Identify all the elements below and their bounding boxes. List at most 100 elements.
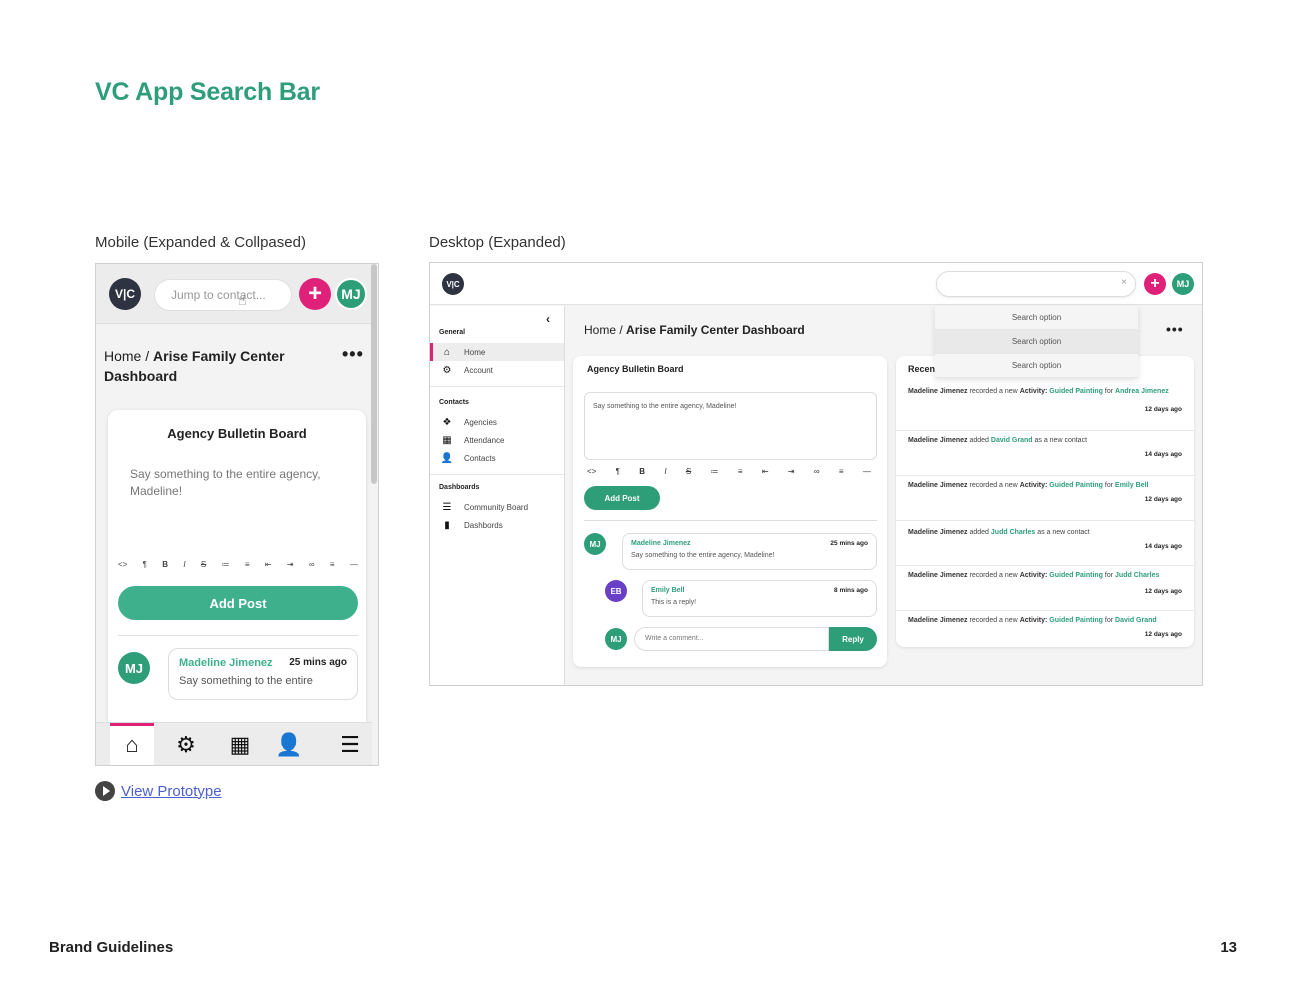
gears-icon[interactable]: ⚙: [164, 723, 208, 765]
sidebar-group-contacts: Contacts: [439, 399, 469, 406]
search-option[interactable]: Search option: [935, 354, 1138, 378]
mobile-tabbar: ⌂ ⚙ ▦ 👤 ☰: [96, 722, 372, 765]
bullet-list-icon[interactable]: ≔: [711, 467, 719, 476]
numbered-list-icon[interactable]: ≡: [738, 467, 743, 476]
user-avatar[interactable]: MJ: [335, 278, 367, 310]
user-avatar[interactable]: MJ: [1172, 273, 1194, 295]
add-button[interactable]: +: [1144, 273, 1166, 295]
clear-icon[interactable]: ×: [1121, 277, 1127, 288]
outdent-icon[interactable]: ⇤: [265, 560, 272, 569]
collapse-sidebar-icon[interactable]: ‹: [546, 312, 550, 326]
horizontal-rule-icon[interactable]: —: [863, 467, 871, 476]
sidebar-item-attendance[interactable]: ▦ Attendance: [430, 431, 564, 449]
footer-brand-guidelines: Brand Guidelines: [49, 939, 174, 956]
reply-author-avatar[interactable]: EB: [605, 580, 627, 602]
activity-timestamp: 14 days ago: [1144, 451, 1182, 458]
comment-input[interactable]: Write a comment...: [634, 627, 829, 651]
code-icon[interactable]: <>: [118, 560, 127, 569]
add-post-button[interactable]: Add Post: [584, 486, 660, 510]
post-author-name[interactable]: Madeline Jimenez: [631, 540, 691, 547]
post-textarea[interactable]: Say something to the entire agency, Made…: [130, 466, 330, 500]
code-icon[interactable]: <>: [587, 467, 596, 476]
person-icon: 👤: [440, 452, 454, 464]
editor-toolbar: <> ¶ B I S ≔ ≡ ⇤ ⇥ ∞ ≡ —: [587, 467, 871, 476]
sidebar-item-dashboards[interactable]: ▮ Dashbords: [430, 516, 564, 534]
activity-text: Madeline Jimenez recorded a new Activity…: [908, 572, 1160, 579]
sidebar-item-label: Community Board: [464, 502, 529, 512]
search-option[interactable]: Search option: [935, 306, 1138, 330]
view-prototype-link[interactable]: View Prototype: [121, 783, 222, 800]
italic-icon[interactable]: I: [664, 467, 666, 476]
paragraph-icon[interactable]: ¶: [616, 467, 620, 476]
agencies-icon: ❖: [442, 416, 452, 428]
search-input[interactable]: Jump to contact...: [154, 279, 292, 311]
breadcrumb-current: Arise Family Center Dashboard: [626, 323, 805, 337]
comment-avatar[interactable]: MJ: [605, 628, 627, 650]
link-icon[interactable]: ∞: [814, 467, 820, 476]
vc-logo[interactable]: V|C: [109, 278, 141, 310]
activity-text: Madeline Jimenez added Judd Charles as a…: [908, 529, 1090, 536]
search-option[interactable]: Search option: [935, 330, 1138, 354]
activity-item: Madeline Jimenez recorded a new Activity…: [896, 611, 1194, 647]
mobile-section-label: Mobile (Expanded & Collpased): [95, 234, 306, 251]
italic-icon[interactable]: I: [183, 560, 185, 569]
search-input[interactable]: ×: [936, 271, 1136, 297]
reply-text: This is a reply!: [651, 599, 697, 606]
sidebar: ‹ General ⌂ Home ⚙ Account Contacts ❖ Ag…: [430, 306, 565, 685]
indent-icon[interactable]: ⇥: [287, 560, 294, 569]
desktop-mockup: V|C × + MJ Search option Search option S…: [429, 262, 1203, 686]
sidebar-group-dashboards: Dashboards: [439, 484, 480, 491]
post-author-name[interactable]: Madeline Jimenez: [179, 657, 273, 669]
post-author-avatar[interactable]: MJ: [584, 533, 606, 555]
view-prototype-link-row: View Prototype: [95, 781, 222, 801]
activity-text: Madeline Jimenez recorded a new Activity…: [908, 388, 1169, 395]
activity-timestamp: 12 days ago: [1144, 588, 1182, 595]
more-options-icon[interactable]: •••: [342, 344, 364, 365]
reply-button[interactable]: Reply: [829, 627, 877, 651]
outdent-icon[interactable]: ⇤: [762, 467, 769, 476]
sidebar-item-label: Account: [464, 365, 493, 375]
menu-icon[interactable]: ☰: [328, 723, 372, 765]
bold-icon[interactable]: B: [162, 560, 168, 569]
activity-timestamp: 12 days ago: [1144, 631, 1182, 638]
page-number: 13: [1220, 939, 1237, 956]
play-icon[interactable]: [95, 781, 115, 801]
post-author-avatar[interactable]: MJ: [118, 652, 150, 684]
reply-bubble: Emily Bell 8 mins ago This is a reply!: [642, 580, 877, 617]
more-options-icon[interactable]: •••: [1166, 321, 1184, 337]
vc-logo[interactable]: V|C: [442, 273, 464, 295]
strikethrough-icon[interactable]: S: [201, 560, 206, 569]
gears-icon: ⚙: [442, 364, 452, 376]
sidebar-item-contacts[interactable]: 👤 Contacts: [430, 449, 564, 467]
sidebar-item-agencies[interactable]: ❖ Agencies: [430, 413, 564, 431]
numbered-list-icon[interactable]: ≡: [245, 560, 250, 569]
horizontal-rule-icon[interactable]: —: [350, 560, 358, 569]
bullet-list-icon[interactable]: ≔: [222, 560, 230, 569]
breadcrumb-home[interactable]: Home /: [584, 323, 623, 337]
bulletin-board-title: Agency Bulletin Board: [587, 364, 684, 374]
home-icon[interactable]: ⌂: [110, 723, 154, 765]
activity-text: Madeline Jimenez added David Grand as a …: [908, 437, 1088, 444]
reply-author-name[interactable]: Emily Bell: [651, 587, 684, 594]
link-icon[interactable]: ∞: [309, 560, 315, 569]
add-post-button[interactable]: Add Post: [118, 586, 358, 620]
post-textarea[interactable]: Say something to the entire agency, Made…: [584, 392, 877, 460]
calendar-icon[interactable]: ▦: [218, 723, 262, 765]
sidebar-item-community-board[interactable]: ☰ Community Board: [430, 498, 564, 516]
sidebar-item-account[interactable]: ⚙ Account: [430, 361, 564, 379]
scrollbar[interactable]: [371, 264, 377, 484]
breadcrumb-home[interactable]: Home /: [104, 348, 149, 364]
bold-icon[interactable]: B: [639, 467, 645, 476]
post-timestamp: 25 mins ago: [289, 657, 347, 668]
sidebar-item-label: Home: [464, 347, 486, 357]
align-icon[interactable]: ≡: [330, 560, 335, 569]
add-button[interactable]: +: [299, 278, 331, 310]
sidebar-item-label: Attendance: [464, 435, 505, 445]
post-bubble: Madeline Jimenez 25 mins ago Say somethi…: [168, 648, 358, 700]
sidebar-item-home[interactable]: ⌂ Home: [430, 343, 564, 361]
paragraph-icon[interactable]: ¶: [143, 560, 147, 569]
indent-icon[interactable]: ⇥: [788, 467, 795, 476]
align-icon[interactable]: ≡: [839, 467, 844, 476]
person-icon[interactable]: 👤: [267, 723, 311, 765]
strikethrough-icon[interactable]: S: [686, 467, 691, 476]
